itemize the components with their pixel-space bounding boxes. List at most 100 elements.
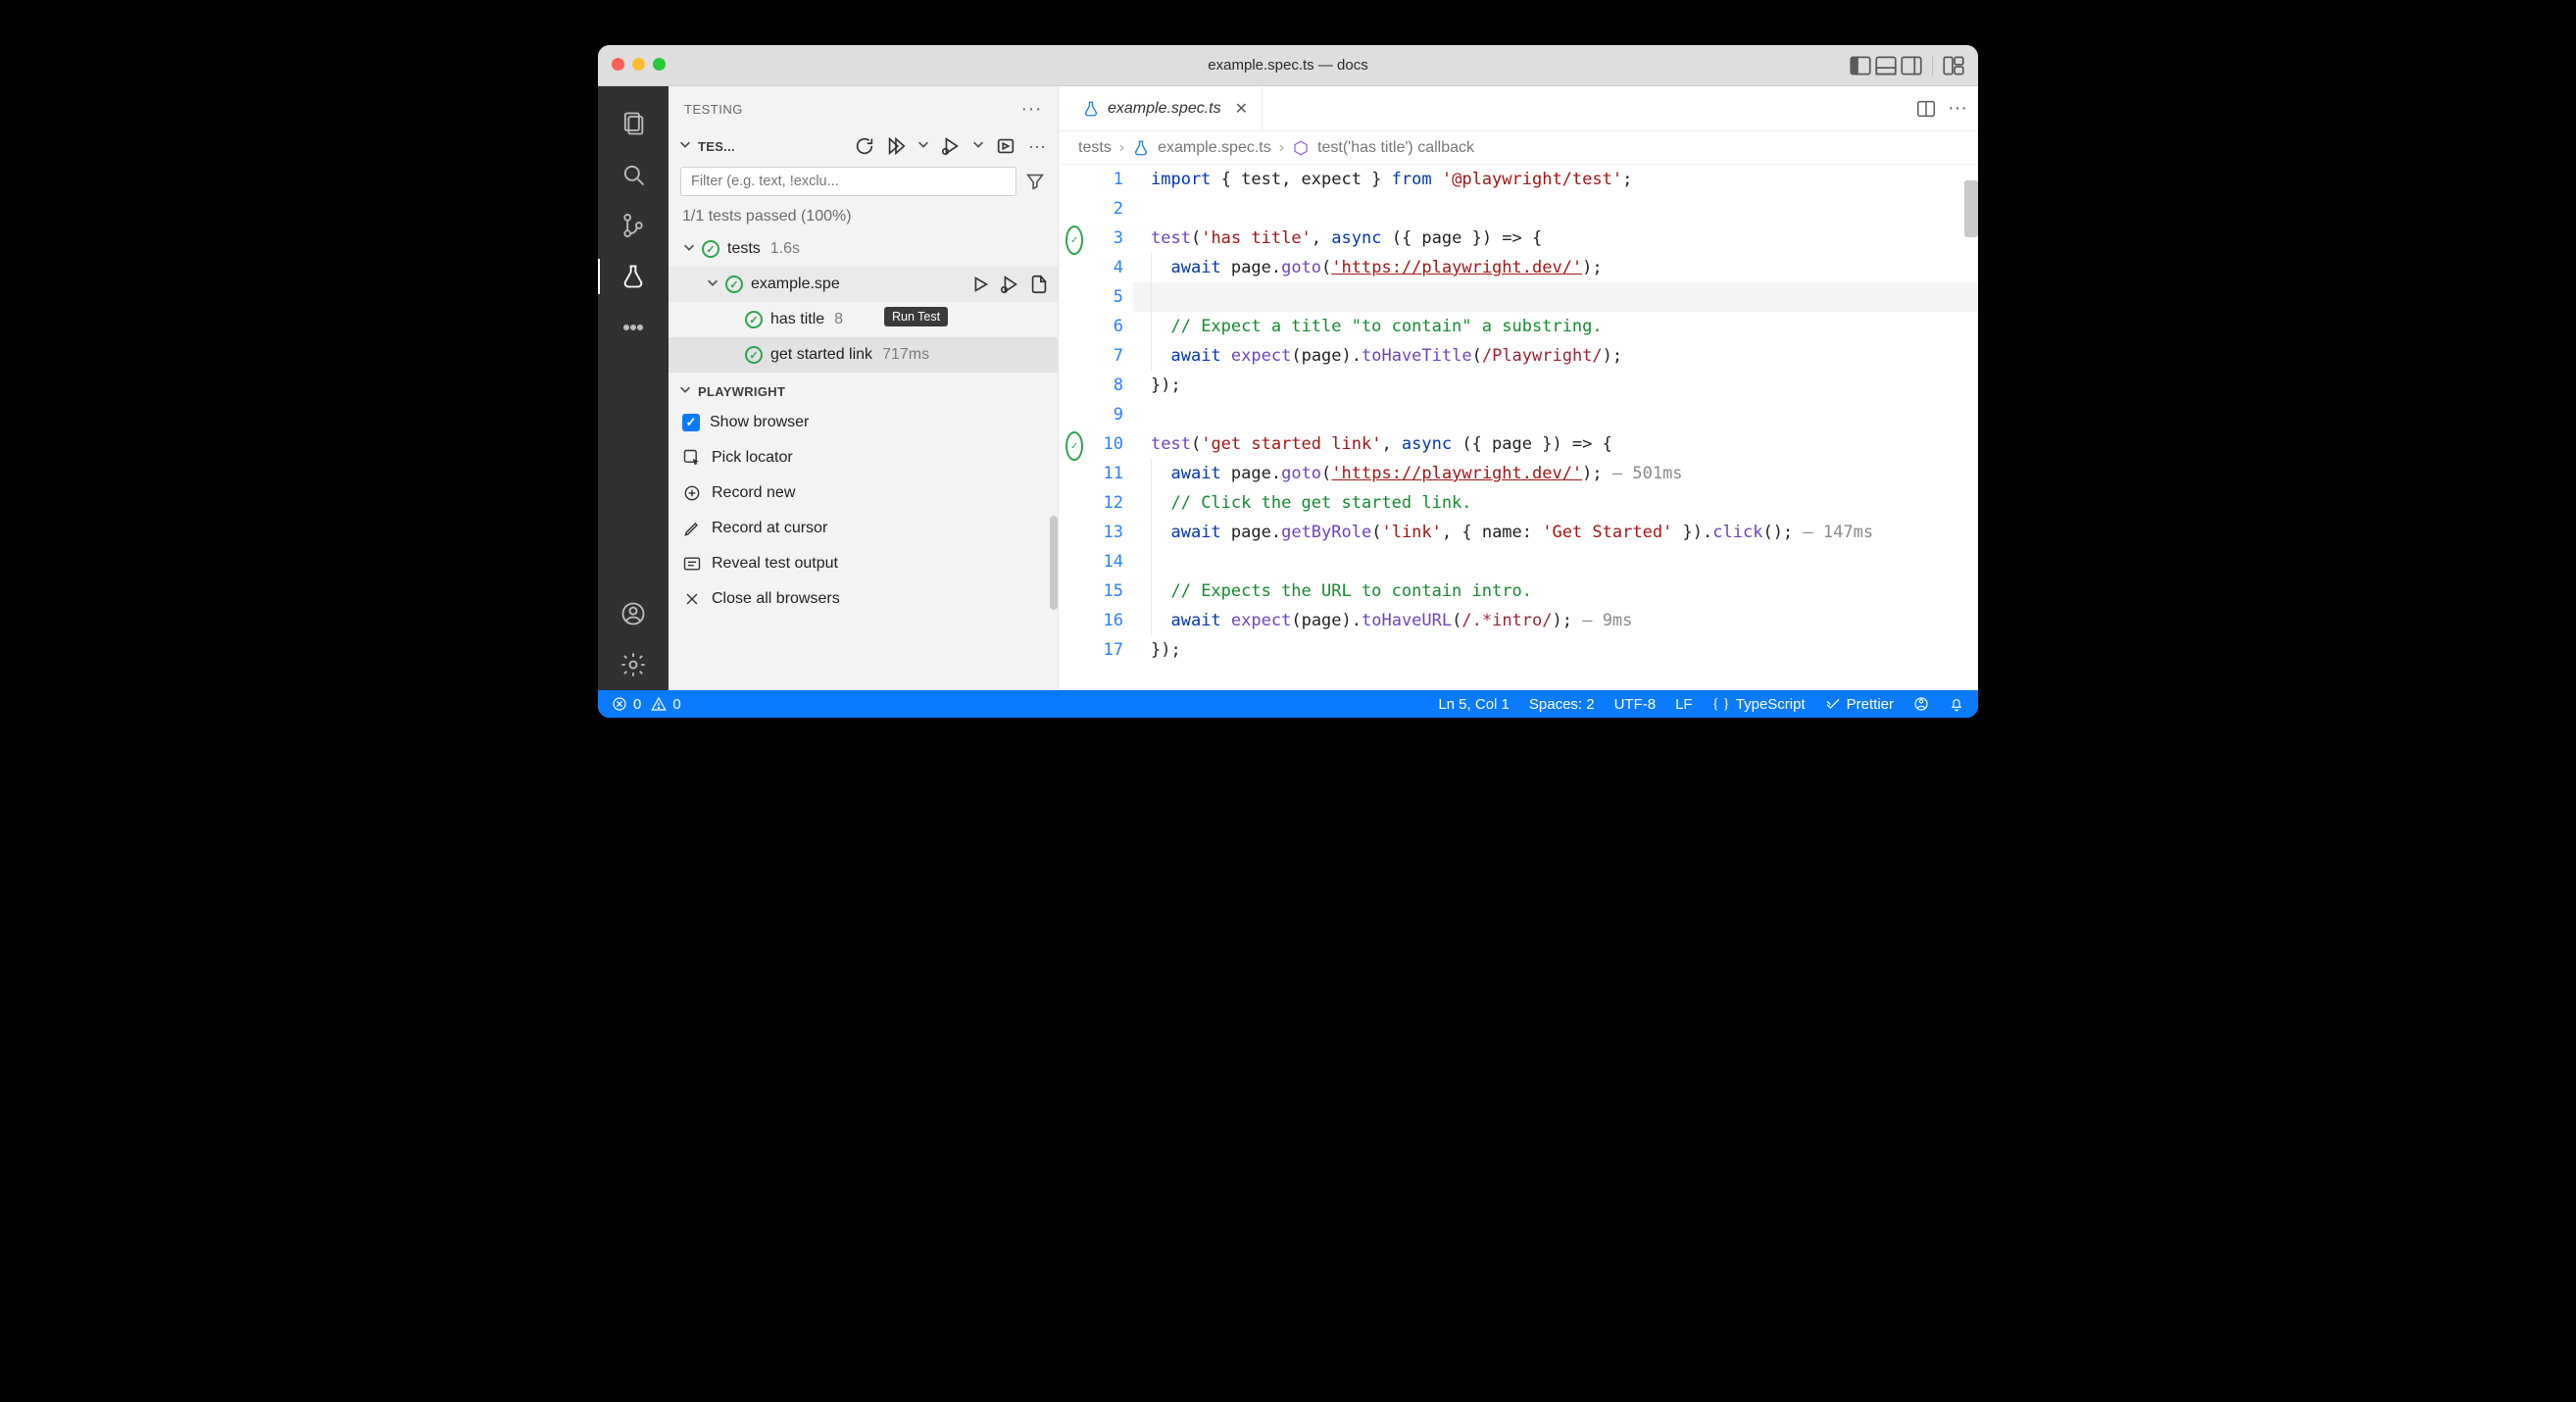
status-indent[interactable]: Spaces: 2 xyxy=(1529,696,1595,713)
vscode-window: example.spec.ts — docs xyxy=(598,45,1978,718)
run-test-icon[interactable] xyxy=(969,274,991,295)
traffic-lights xyxy=(612,58,666,71)
playwright-record-at-cursor[interactable]: Record at cursor xyxy=(669,511,1058,546)
status-encoding[interactable]: UTF-8 xyxy=(1614,696,1657,713)
refresh-tests-icon[interactable] xyxy=(854,135,875,157)
customize-layout-icon[interactable] xyxy=(1941,53,1966,78)
checkbox-checked-icon[interactable]: ✓ xyxy=(682,414,700,431)
playwright-item-label: Close all browsers xyxy=(712,590,840,608)
editor-overview-ruler[interactable] xyxy=(1964,165,1978,690)
pass-icon xyxy=(745,311,763,328)
cursor-pick-icon xyxy=(682,448,702,468)
status-prettier[interactable]: Prettier xyxy=(1825,696,1894,713)
run-all-tests-icon[interactable] xyxy=(885,135,907,157)
tab-filename: example.spec.ts xyxy=(1108,100,1221,118)
pass-icon xyxy=(745,346,763,364)
tab-close-icon[interactable]: ✕ xyxy=(1235,99,1248,119)
status-errors[interactable]: 0 xyxy=(612,696,641,713)
titlebar: example.spec.ts — docs xyxy=(598,45,1978,86)
activity-settings[interactable] xyxy=(610,639,657,690)
tree-row-label: has title xyxy=(770,311,824,328)
debug-test-icon[interactable] xyxy=(999,274,1020,295)
run-all-chevron-icon[interactable] xyxy=(916,137,930,156)
pass-icon xyxy=(702,240,719,258)
section-more-icon[interactable]: ··· xyxy=(1026,135,1048,157)
playwright-reveal-output[interactable]: Reveal test output xyxy=(669,546,1058,581)
status-bell-icon[interactable] xyxy=(1949,696,1964,712)
layout-secondary-sidebar-icon[interactable] xyxy=(1899,53,1924,78)
layout-panel-icon[interactable] xyxy=(1873,53,1899,78)
gutter-marks xyxy=(1059,165,1090,690)
status-language[interactable]: { }TypeScript xyxy=(1712,696,1806,713)
playwright-list: ✓ Show browser Pick locator Record new R… xyxy=(669,405,1058,617)
run-test-tooltip: Run Test xyxy=(884,307,948,326)
sidebar-scrollbar[interactable] xyxy=(1050,516,1058,610)
beaker-icon xyxy=(1132,139,1150,157)
tree-row-suite[interactable]: tests 1.6s xyxy=(669,231,1058,267)
tree-row-time: 8 xyxy=(834,311,843,328)
pass-icon xyxy=(725,275,743,293)
line-numbers: 1234567891011121314151617 xyxy=(1090,165,1133,690)
activity-search[interactable] xyxy=(610,149,657,200)
breadcrumb[interactable]: tests › example.spec.ts › test('has titl… xyxy=(1059,131,1978,165)
goto-file-icon[interactable] xyxy=(1028,274,1050,295)
playwright-pick-locator[interactable]: Pick locator xyxy=(669,440,1058,476)
playwright-item-label: Reveal test output xyxy=(712,555,838,573)
playwright-item-label: Record new xyxy=(712,484,795,502)
split-editor-icon[interactable] xyxy=(1915,98,1937,120)
breadcrumb-file[interactable]: example.spec.ts xyxy=(1158,139,1271,157)
sidebar-more-icon[interactable]: ··· xyxy=(1021,98,1042,121)
tree-row-time: 717ms xyxy=(882,346,929,364)
window-title: example.spec.ts — docs xyxy=(1208,57,1367,74)
sidebar: TESTING ··· TES... ··· xyxy=(669,86,1059,690)
filter-icon[interactable] xyxy=(1024,171,1046,192)
tree-row-label: example.spe xyxy=(751,275,840,293)
editor-scrollbar-thumb[interactable] xyxy=(1964,180,1978,237)
breadcrumb-folder[interactable]: tests xyxy=(1078,139,1112,157)
test-explorer-section-title: TES... xyxy=(698,139,735,154)
activity-testing[interactable] xyxy=(610,251,657,302)
activity-source-control[interactable] xyxy=(610,200,657,251)
breadcrumb-symbol[interactable]: test('has title') callback xyxy=(1317,139,1474,157)
editor: example.spec.ts ✕ ··· tests › example.sp… xyxy=(1059,86,1978,690)
status-feedback-icon[interactable] xyxy=(1913,696,1929,712)
status-warnings[interactable]: 0 xyxy=(651,696,680,713)
tree-row-test[interactable]: get started link 717ms xyxy=(669,337,1058,373)
activity-bar xyxy=(598,86,669,690)
debug-all-tests-icon[interactable] xyxy=(940,135,962,157)
chevron-right-icon: › xyxy=(1279,139,1284,157)
activity-accounts[interactable] xyxy=(610,588,657,639)
activity-explorer[interactable] xyxy=(610,98,657,149)
status-cursor[interactable]: Ln 5, Col 1 xyxy=(1438,696,1510,713)
playwright-close-all[interactable]: Close all browsers xyxy=(669,581,1058,617)
status-eol[interactable]: LF xyxy=(1675,696,1693,713)
debug-all-chevron-icon[interactable] xyxy=(971,137,985,156)
code-body[interactable]: import { test, expect } from '@playwrigh… xyxy=(1133,165,1978,690)
test-filter-input[interactable] xyxy=(680,167,1016,196)
playwright-record-new[interactable]: Record new xyxy=(669,476,1058,511)
playwright-item-label: Record at cursor xyxy=(712,520,827,537)
layout-primary-sidebar-icon[interactable] xyxy=(1848,53,1873,78)
editor-tab-active[interactable]: example.spec.ts ✕ xyxy=(1068,86,1263,130)
tests-summary: 1/1 tests passed (100%) xyxy=(669,204,1058,231)
window-maximize-button[interactable] xyxy=(653,58,666,71)
window-close-button[interactable] xyxy=(612,58,624,71)
chevron-down-icon[interactable] xyxy=(678,137,692,156)
chevron-down-icon[interactable] xyxy=(682,240,696,259)
beaker-icon xyxy=(1082,100,1100,118)
activity-more[interactable] xyxy=(610,302,657,353)
chevron-down-icon[interactable] xyxy=(706,275,719,294)
test-tree: tests 1.6s example.spe xyxy=(669,231,1058,373)
tree-row-time: 1.6s xyxy=(770,240,800,258)
tree-row-label: tests xyxy=(727,240,761,258)
editor-more-icon[interactable]: ··· xyxy=(1947,98,1968,120)
playwright-show-browser[interactable]: ✓ Show browser xyxy=(669,405,1058,440)
code-editor[interactable]: 1234567891011121314151617 import { test,… xyxy=(1059,165,1978,690)
tree-row-test[interactable]: has title 8 Run Test xyxy=(669,302,1058,337)
close-icon xyxy=(682,589,702,609)
show-output-icon[interactable] xyxy=(995,135,1016,157)
terminal-icon xyxy=(682,554,702,574)
window-minimize-button[interactable] xyxy=(632,58,645,71)
tree-row-file[interactable]: example.spe xyxy=(669,267,1058,302)
chevron-down-icon[interactable] xyxy=(678,382,692,401)
